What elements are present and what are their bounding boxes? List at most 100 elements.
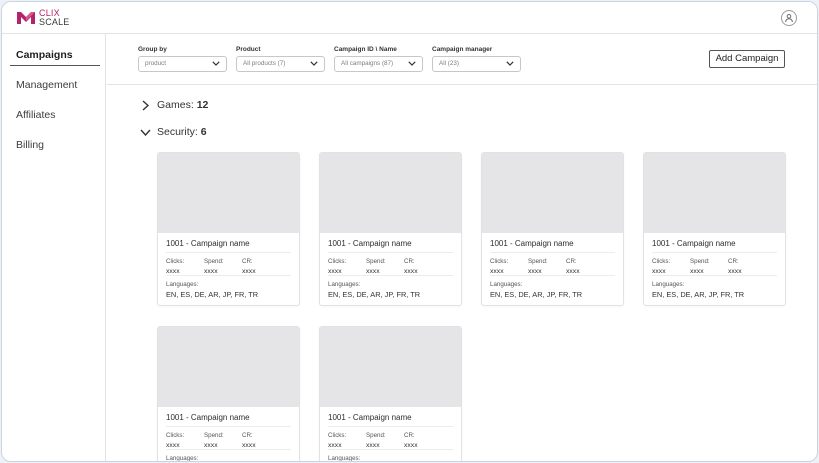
clicks-label: Clicks: <box>652 258 671 265</box>
sidebar: Campaigns Management Affiliates Billing <box>2 34 106 461</box>
languages-label: Languages: <box>490 281 523 288</box>
add-campaign-button[interactable]: Add Campaign <box>709 50 785 68</box>
languages-label: Languages: <box>328 281 361 288</box>
top-bar: CLIX SCALE <box>2 2 817 34</box>
filter-bar: Group by product Product All products (7… <box>107 34 817 85</box>
campaign-manager-select[interactable]: All (23) <box>432 56 521 72</box>
campaign-title: 1001 - Campaign name <box>328 239 453 253</box>
campaign-title: 1001 - Campaign name <box>328 413 453 427</box>
campaign-card[interactable]: 1001 - Campaign name Clicks: xxxx Spend: x… <box>643 152 786 306</box>
clicks-value: xxxx <box>490 268 504 275</box>
clicks-value: xxxx <box>328 268 342 275</box>
filter-group-by: Group by product <box>138 46 227 72</box>
chevron-down-icon <box>310 61 318 66</box>
cr-label: CR: <box>242 432 253 439</box>
clicks-label: Clicks: <box>166 432 185 439</box>
filter-product: Product All products (7) <box>236 46 325 72</box>
chevron-down-icon <box>212 61 220 66</box>
clicks-label: Clicks: <box>328 258 347 265</box>
clicks-value: xxxx <box>328 442 342 449</box>
group-by-select[interactable]: product <box>138 56 227 72</box>
sidebar-item-billing[interactable]: Billing <box>10 134 100 156</box>
select-value: All (23) <box>439 60 459 67</box>
campaign-image-placeholder <box>644 153 785 233</box>
group-header-security[interactable]: Security: 6 <box>139 124 207 140</box>
cr-label: CR: <box>728 258 739 265</box>
languages-value: EN, ES, DE, AR, JP, FR, TR <box>166 290 259 299</box>
cr-label: CR: <box>404 258 415 265</box>
campaign-title: 1001 - Campaign name <box>166 413 291 427</box>
languages-value: EN, ES, DE, AR, JP, FR, TR <box>652 290 745 299</box>
group-header-games[interactable]: Games: 12 <box>139 97 208 113</box>
product-select[interactable]: All products (7) <box>236 56 325 72</box>
app-window: CLIX SCALE Campaigns Management Affiliat… <box>1 1 818 462</box>
chevron-down-icon <box>139 129 151 136</box>
user-avatar-button[interactable] <box>781 10 797 26</box>
campaign-title: 1001 - Campaign name <box>652 239 777 253</box>
spend-value: xxxx <box>528 268 542 275</box>
group-name: Games: <box>157 99 194 111</box>
campaign-image-placeholder <box>320 153 461 233</box>
logo[interactable]: CLIX SCALE <box>16 8 70 28</box>
campaign-card[interactable]: 1001 - Campaign name Clicks: xxxx Spend: x… <box>481 152 624 306</box>
campaign-image-placeholder <box>482 153 623 233</box>
main-content: Group by product Product All products (7… <box>107 34 817 461</box>
clicks-value: xxxx <box>652 268 666 275</box>
cr-label: CR: <box>242 258 253 265</box>
select-value: product <box>145 60 167 67</box>
spend-label: Spend: <box>690 258 710 265</box>
sidebar-item-affiliates[interactable]: Affiliates <box>10 104 100 126</box>
languages-value: EN, ES, DE, AR, JP, FR, TR <box>328 290 421 299</box>
spend-label: Spend: <box>204 258 224 265</box>
clicks-label: Clicks: <box>328 432 347 439</box>
cr-value: xxxx <box>404 442 418 449</box>
clicks-label: Clicks: <box>490 258 509 265</box>
spend-value: xxxx <box>204 268 218 275</box>
languages-value: EN, ES, DE, AR, JP, FR, TR <box>490 290 583 299</box>
spend-label: Spend: <box>204 432 224 439</box>
spend-label: Spend: <box>528 258 548 265</box>
user-icon <box>785 14 793 23</box>
cr-value: xxxx <box>728 268 742 275</box>
cr-label: CR: <box>404 432 415 439</box>
languages-label: Languages: <box>166 455 199 462</box>
campaign-card[interactable]: 1001 - Campaign name Clicks: xxxx Spend: x… <box>319 152 462 306</box>
campaign-title: 1001 - Campaign name <box>490 239 615 253</box>
clicks-label: Clicks: <box>166 258 185 265</box>
cr-value: xxxx <box>404 268 418 275</box>
filter-campaign-manager: Campaign manager All (23) <box>432 46 521 72</box>
clicks-value: xxxx <box>166 268 180 275</box>
cr-label: CR: <box>566 258 577 265</box>
languages-label: Languages: <box>328 455 361 462</box>
filter-label: Campaign ID \ Name <box>334 46 397 53</box>
spend-value: xxxx <box>366 268 380 275</box>
chevron-right-icon <box>139 99 151 111</box>
spend-label: Spend: <box>366 258 386 265</box>
cr-value: xxxx <box>242 268 256 275</box>
sidebar-item-management[interactable]: Management <box>10 74 100 96</box>
languages-label: Languages: <box>652 281 685 288</box>
clixscale-logo-icon <box>17 12 35 24</box>
campaign-select[interactable]: All campaigns (87) <box>334 56 423 72</box>
spend-value: xxxx <box>204 442 218 449</box>
cr-value: xxxx <box>566 268 580 275</box>
chevron-down-icon <box>506 61 514 66</box>
sidebar-item-campaigns[interactable]: Campaigns <box>10 44 100 66</box>
campaign-card[interactable]: 1001 - Campaign name Clicks: xxxx Spend: x… <box>157 152 300 306</box>
select-value: All products (7) <box>243 60 286 67</box>
campaign-card[interactable]: 1001 - Campaign name Clicks: xxxx Spend: x… <box>319 326 462 462</box>
filter-campaign: Campaign ID \ Name All campaigns (87) <box>334 46 423 72</box>
spend-value: xxxx <box>690 268 704 275</box>
clicks-value: xxxx <box>166 442 180 449</box>
group-count: 6 <box>200 126 207 138</box>
campaign-title: 1001 - Campaign name <box>166 239 291 253</box>
campaign-image-placeholder <box>158 327 299 407</box>
filter-label: Product <box>236 46 261 53</box>
group-name: Security: <box>157 126 198 138</box>
campaign-image-placeholder <box>320 327 461 407</box>
campaign-card[interactable]: 1001 - Campaign name Clicks: xxxx Spend: x… <box>157 326 300 462</box>
logo-text-line2: SCALE <box>39 17 70 27</box>
select-value: All campaigns (87) <box>341 60 394 67</box>
languages-label: Languages: <box>166 281 199 288</box>
spend-label: Spend: <box>366 432 386 439</box>
